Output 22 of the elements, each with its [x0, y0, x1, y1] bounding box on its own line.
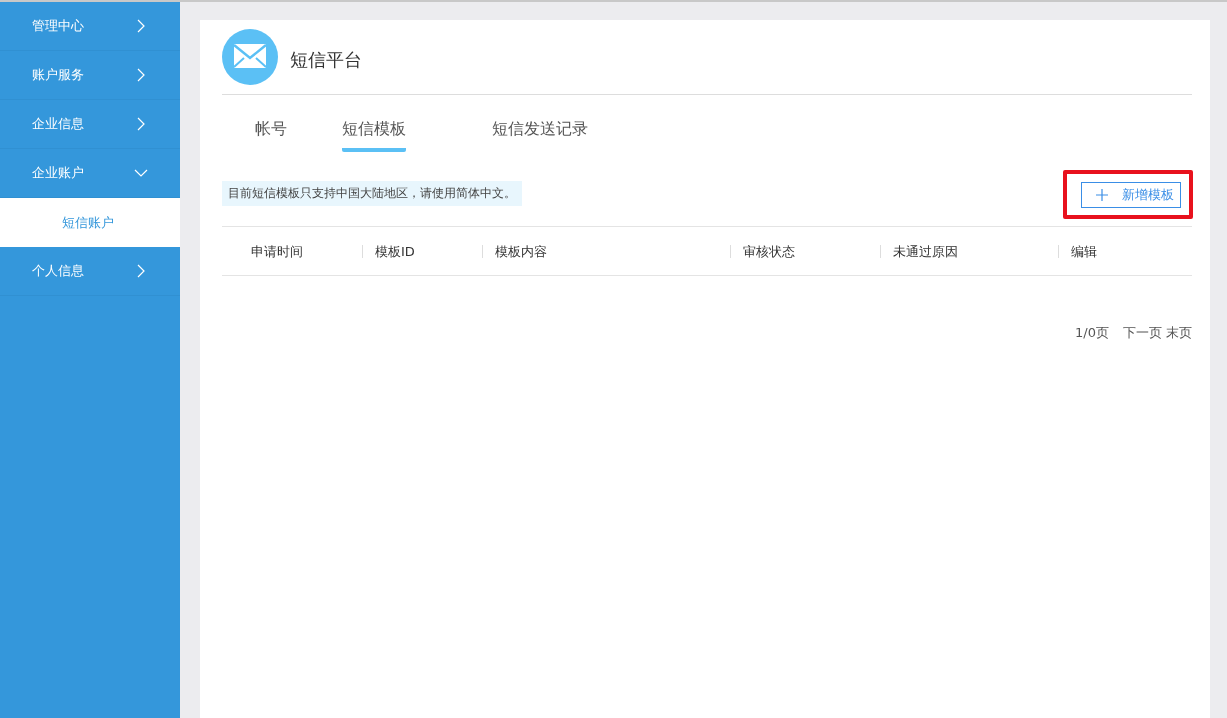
column-header: 模板ID: [375, 243, 415, 259]
column-header: 审核状态: [743, 243, 795, 259]
column-header: 编辑: [1071, 243, 1097, 259]
sidebar-item[interactable]: 账户服务: [0, 51, 180, 100]
notice-banner: 目前短信模板只支持中国大陆地区，请使用简体中文。: [222, 180, 522, 206]
page-title: 短信平台: [290, 48, 362, 72]
sidebar-item[interactable]: 管理中心: [0, 2, 180, 51]
add-template-button[interactable]: 新增模板: [1081, 181, 1181, 208]
column-header: 模板内容: [495, 243, 547, 259]
column-header: 未通过原因: [893, 243, 958, 259]
mail-icon: [222, 29, 278, 85]
tab[interactable]: 短信发送记录: [492, 115, 588, 152]
sidebar-item[interactable]: 企业信息: [0, 100, 180, 149]
page-count: 1/0页: [1075, 324, 1109, 342]
tab[interactable]: 短信模板: [342, 115, 406, 152]
sidebar-item[interactable]: 个人信息: [0, 247, 180, 296]
column-header: 申请时间: [251, 243, 303, 259]
tab[interactable]: 帐号: [255, 115, 287, 152]
plus-icon: [1096, 188, 1108, 201]
next-page-link[interactable]: 下一页: [1123, 324, 1162, 342]
last-page-link[interactable]: 末页: [1166, 324, 1192, 342]
sidebar-subitem[interactable]: 短信账户: [0, 198, 180, 247]
